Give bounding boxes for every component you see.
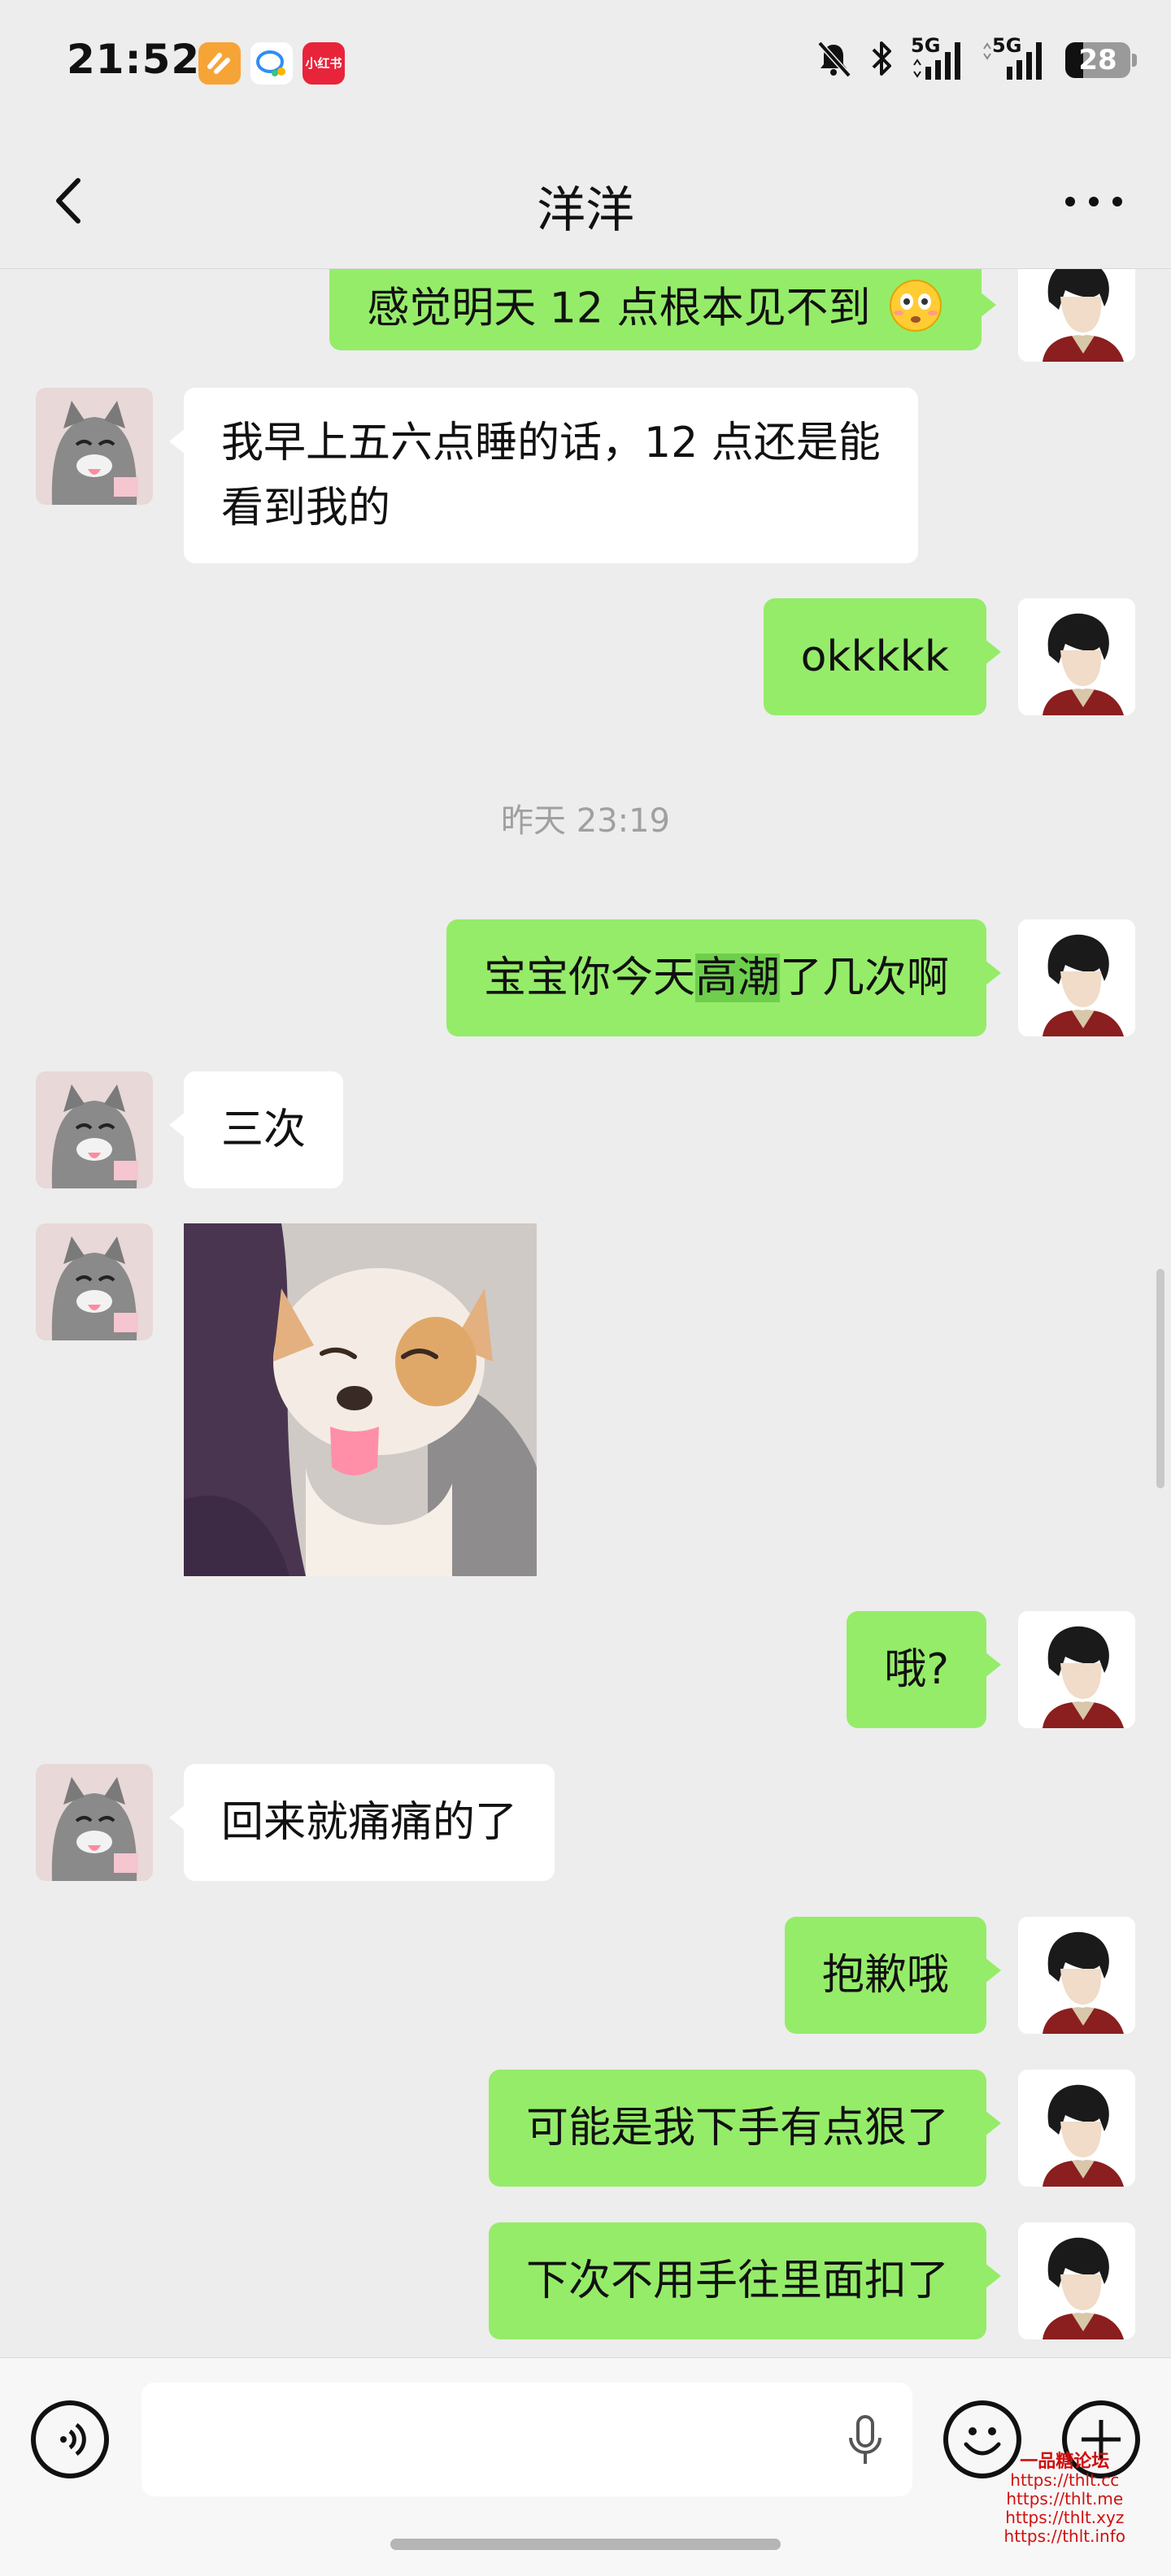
watermark: 一品糖论坛 https://thlt.cc https://thlt.me ht… (1004, 2452, 1125, 2546)
message-bubble-mine[interactable]: 下次不用手往里面扣了 (488, 2222, 1001, 2339)
pay-app-icon (198, 42, 241, 85)
chat-header: 洋洋 (0, 138, 1171, 269)
xiaohongshu-icon: 小红书 (303, 42, 345, 85)
message-text: 三次 (221, 1106, 307, 1154)
highlighted-text: 高潮 (694, 954, 780, 1002)
message-text-line: 我早上五六点睡的话，12 点还是能 (221, 419, 881, 467)
message-bubble-mine[interactable]: 宝宝你今天高潮了几次啊 (446, 919, 1001, 1036)
my-avatar[interactable] (1018, 2070, 1135, 2187)
voice-mode-button[interactable] (31, 2400, 109, 2478)
message-bubble-contact[interactable]: 回来就痛痛的了 (169, 1764, 555, 1881)
message-text: 回来就痛痛的了 (221, 1798, 518, 1847)
voice-wave-icon (60, 2422, 86, 2457)
contact-avatar[interactable] (36, 1223, 153, 1340)
my-avatar[interactable] (1018, 2222, 1135, 2339)
my-avatar[interactable] (1018, 919, 1135, 1036)
signal-icon-2: 5G (982, 34, 1051, 83)
contact-avatar[interactable] (36, 1764, 153, 1881)
message-list[interactable]: 感觉明天 12 点根本见不到 我早上五六点睡的话，12 点还是能 看到我的 ok… (0, 269, 1171, 2358)
my-avatar[interactable] (1018, 598, 1135, 715)
microphone-icon[interactable] (847, 2415, 883, 2472)
message-text: 下次不用手往里面扣了 (525, 2257, 949, 2305)
watermark-line: https://thlt.me (1006, 2489, 1124, 2509)
watermark-line: https://thlt.info (1003, 2526, 1125, 2546)
my-avatar[interactable] (1018, 1611, 1135, 1728)
flushed-face-emoji-icon (887, 277, 944, 345)
system-icons: 5G 5G 28 (813, 34, 1137, 85)
message-text: 宝宝你今天 (483, 954, 695, 1002)
message-text-line: 看到我的 (221, 484, 391, 532)
message-input[interactable] (141, 2383, 912, 2496)
message-bubble-contact[interactable]: 三次 (169, 1071, 344, 1188)
watermark-title: 一品糖论坛 (1020, 2452, 1110, 2472)
message-bubble-mine[interactable]: 抱歉哦 (784, 1917, 1001, 2034)
message-bubble-mine[interactable]: 感觉明天 12 点根本见不到 (329, 269, 996, 350)
input-bar: 一品糖论坛 https://thlt.cc https://thlt.me ht… (0, 2357, 1171, 2576)
message-timestamp: 昨天 23:19 (501, 802, 670, 840)
my-avatar[interactable] (1018, 269, 1135, 362)
message-bubble-contact[interactable]: 我早上五六点睡的话，12 点还是能 看到我的 (169, 388, 918, 563)
bluetooth-icon (868, 38, 896, 82)
message-text: 了几次啊 (779, 954, 949, 1002)
my-avatar[interactable] (1018, 1917, 1135, 2034)
signal-icon-1: 5G (911, 34, 968, 83)
mute-icon (813, 38, 854, 82)
watermark-line: https://thlt.cc (1010, 2470, 1120, 2490)
status-bar: 21:52 小红书 5G 5G 28 (0, 0, 1171, 122)
message-text: okkkkk (800, 632, 949, 681)
message-text: 哦? (884, 1645, 949, 1694)
message-bubble-mine[interactable]: 哦? (847, 1611, 1001, 1728)
watermark-line: https://thlt.xyz (1005, 2508, 1125, 2527)
contact-avatar[interactable] (36, 1071, 153, 1188)
xiaohongshu-label: 小红书 (305, 56, 342, 71)
message-text: 可能是我下手有点狠了 (525, 2104, 949, 2152)
status-time: 21:52 (67, 36, 201, 83)
contact-avatar[interactable] (36, 388, 153, 505)
scrollbar[interactable] (1156, 1269, 1164, 1488)
message-text: 感觉明天 12 点根本见不到 (367, 284, 871, 333)
battery-level: 28 (1078, 44, 1117, 76)
more-options-button[interactable] (1057, 179, 1130, 224)
message-bubble-mine[interactable]: 可能是我下手有点狠了 (488, 2070, 1001, 2187)
chat-title: 洋洋 (537, 182, 634, 239)
battery-icon: 28 (1065, 42, 1137, 78)
home-indicator[interactable] (390, 2539, 781, 2550)
image-message-dog-sticker[interactable] (184, 1223, 537, 1576)
chat-app-icon (250, 42, 293, 85)
message-text: 抱歉哦 (821, 1951, 949, 2000)
message-bubble-mine[interactable]: okkkkk (763, 598, 1001, 715)
